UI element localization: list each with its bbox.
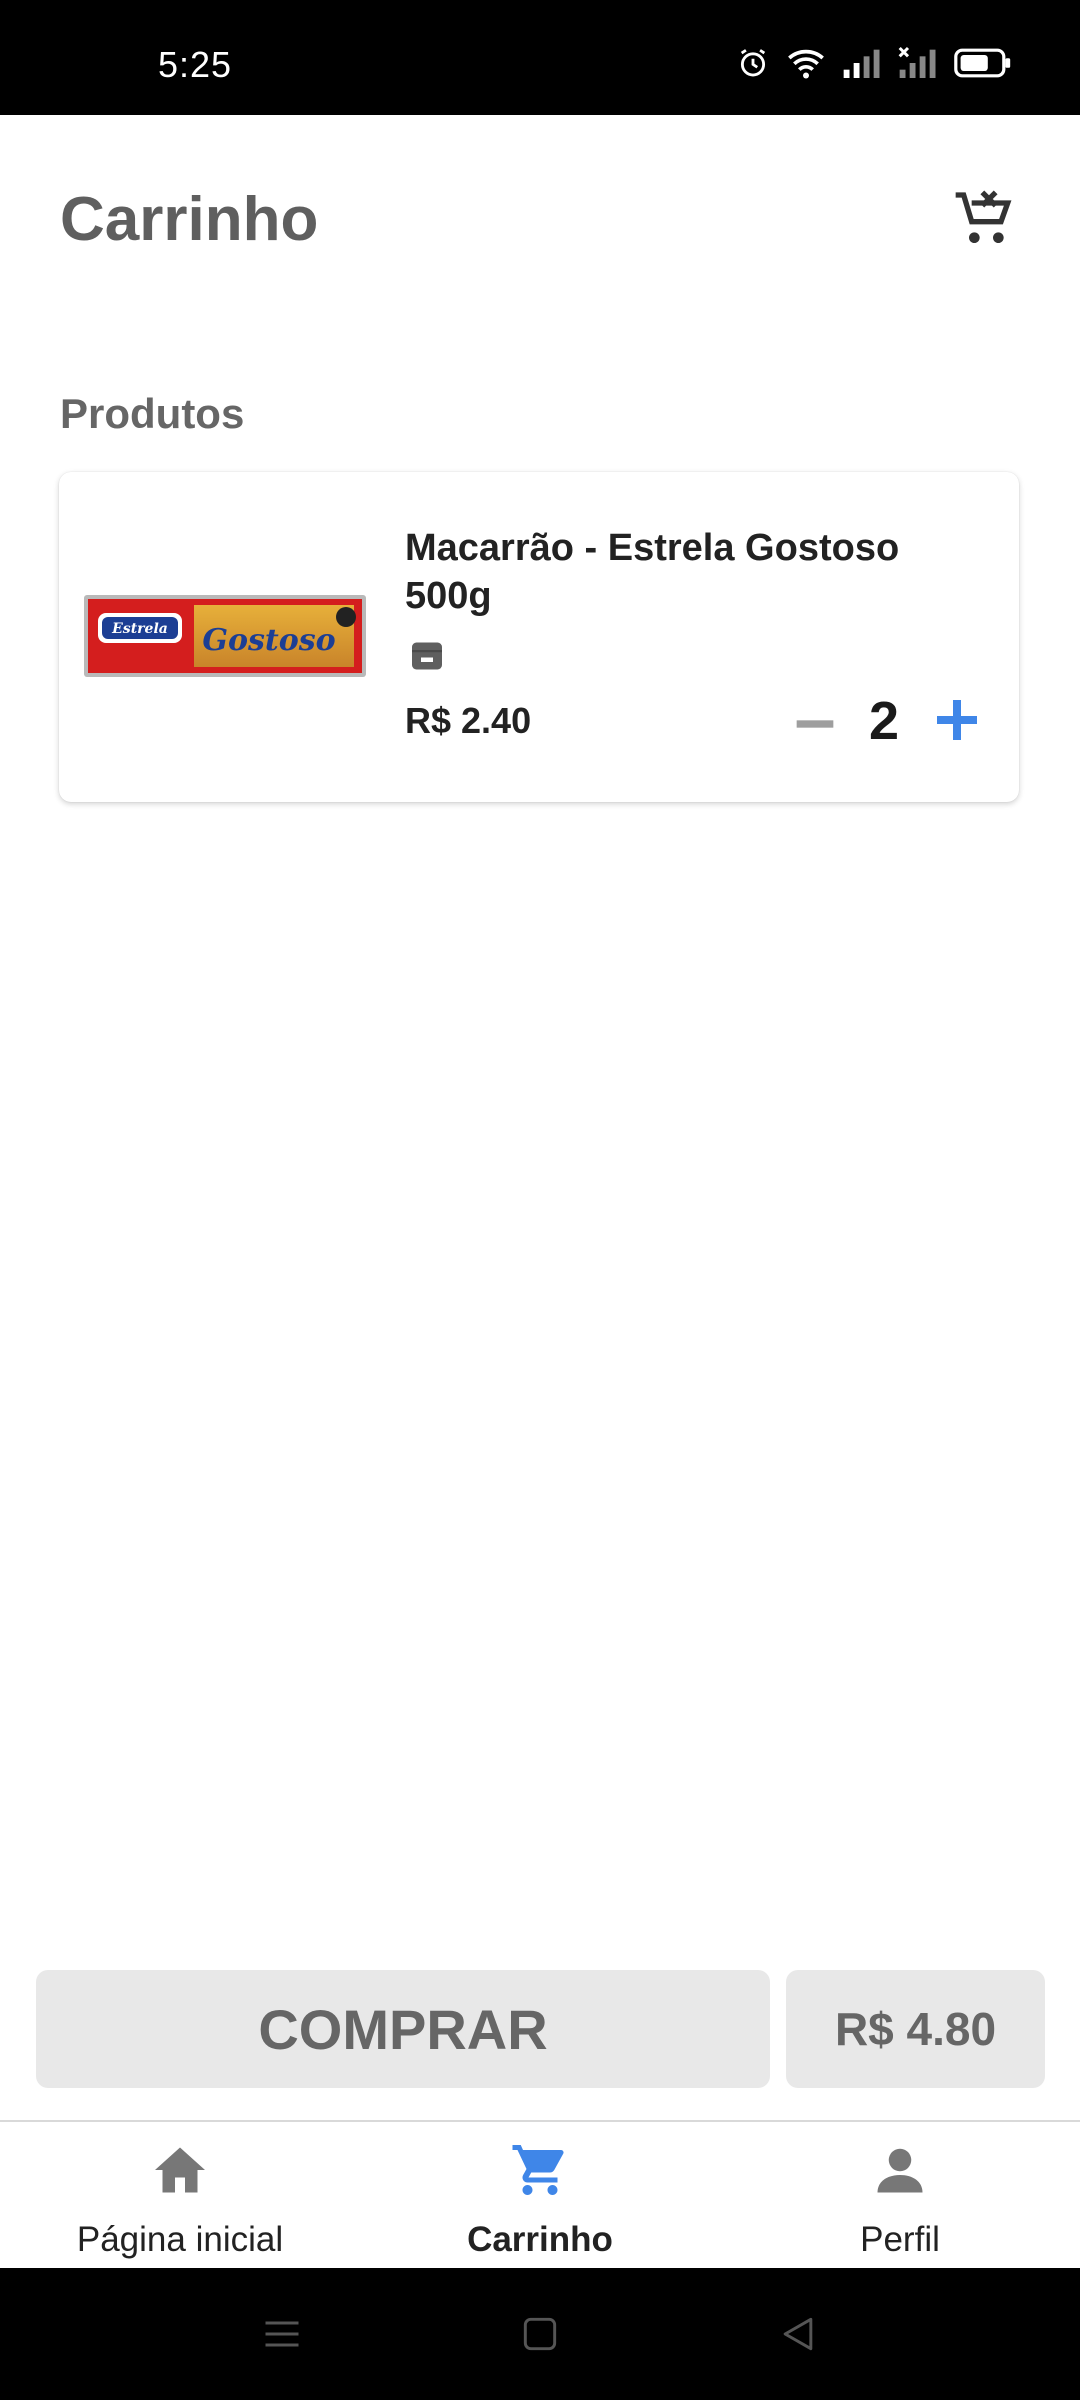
- plus-icon: [937, 700, 977, 740]
- status-icons: [736, 46, 1012, 80]
- buy-button[interactable]: COMPRAR: [36, 1970, 770, 2088]
- back-button[interactable]: [776, 2312, 820, 2356]
- wifi-icon: [788, 49, 824, 79]
- nav-label-home: Página inicial: [76, 2220, 284, 2259]
- nav-label-cart: Carrinho: [467, 2220, 613, 2259]
- status-time: 5:25: [158, 44, 233, 85]
- status-bar: 5:25: [0, 0, 1080, 115]
- square-icon: [523, 2317, 557, 2351]
- back-triangle-icon: [783, 2317, 813, 2351]
- product-image-label: Gostoso: [202, 623, 335, 658]
- cart-icon: [512, 2145, 564, 2195]
- recents-button[interactable]: [260, 2312, 304, 2356]
- alarm-icon: [740, 49, 766, 77]
- product-price: R$ 2.40: [405, 700, 532, 741]
- person-icon: [877, 2148, 923, 2193]
- home-icon: [155, 2147, 205, 2193]
- bottom-navigation: Página inicial Carrinho Perfil: [0, 2120, 1080, 2270]
- remove-shopping-cart-icon: [955, 190, 1012, 243]
- nav-item-profile[interactable]: Perfil: [720, 2122, 1080, 2270]
- system-navigation-bar: [0, 2268, 1080, 2400]
- product-image-brand: Estrela: [111, 621, 168, 637]
- home-button[interactable]: [518, 2312, 562, 2356]
- product-name: Macarrão - Estrela Gostoso 500g: [405, 527, 900, 617]
- product-image: Estrela Gostoso: [84, 595, 366, 677]
- cart-item-card: Estrela Gostoso Macarrão - Estrela Gosto…: [59, 472, 1019, 802]
- nav-item-cart[interactable]: Carrinho: [360, 2122, 720, 2270]
- cart-total: R$ 4.80: [786, 1970, 1045, 2088]
- quantity-value: 2: [868, 691, 900, 751]
- signal-icon: [843, 49, 880, 78]
- battery-icon: [954, 48, 1011, 78]
- section-title: Produtos: [60, 390, 245, 437]
- increase-quantity-button[interactable]: [927, 690, 987, 750]
- nav-item-home[interactable]: Página inicial: [0, 2122, 360, 2270]
- clear-cart-button[interactable]: [950, 186, 1020, 252]
- decrease-quantity-button[interactable]: [785, 694, 845, 754]
- page-title: Carrinho: [60, 185, 319, 254]
- signal-off-icon: [898, 46, 936, 78]
- package-icon: [412, 642, 442, 670]
- minus-icon: [796, 720, 834, 728]
- nav-label-profile: Perfil: [860, 2220, 940, 2259]
- menu-icon: [265, 2321, 299, 2347]
